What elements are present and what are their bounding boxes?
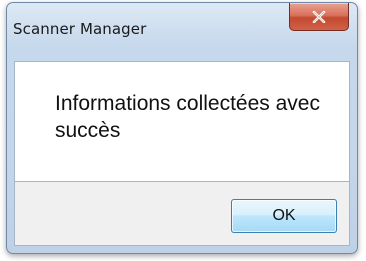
message-dialog-window: Scanner Manager Informations collectées …: [6, 2, 358, 254]
ok-button[interactable]: OK: [231, 199, 337, 233]
title-bar[interactable]: Scanner Manager: [7, 3, 357, 59]
message-area: Informations collectées avec succès: [14, 61, 350, 182]
button-bar: OK: [14, 182, 350, 246]
close-icon: [312, 10, 326, 23]
window-title: Scanner Manager: [13, 20, 147, 38]
close-button[interactable]: [289, 3, 349, 31]
message-text: Informations collectées avec succès: [55, 92, 320, 142]
